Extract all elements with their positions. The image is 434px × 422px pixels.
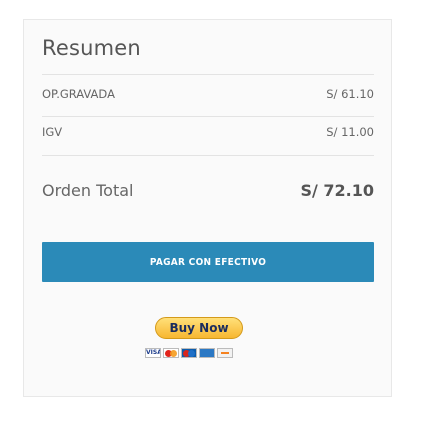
pay-cash-button[interactable]: PAGAR CON EFECTIVO [42, 242, 374, 282]
visa-card-icon: VISA [145, 348, 161, 358]
order-total-row: Orden Total S/ 72.10 [42, 177, 374, 203]
row-amount: S/ 11.00 [326, 125, 374, 139]
divider [42, 155, 374, 156]
summary-row-op-gravada: OP.GRAVADA S/ 61.10 [42, 84, 374, 104]
order-summary-panel: Resumen OP.GRAVADA S/ 61.10 IGV S/ 11.00… [23, 19, 392, 397]
amex-card-icon [199, 348, 215, 358]
total-label: Orden Total [42, 180, 134, 200]
discover-card-icon [217, 348, 233, 358]
row-label: IGV [42, 125, 63, 139]
row-label: OP.GRAVADA [42, 87, 115, 101]
mastercard-icon [163, 348, 179, 358]
divider [42, 74, 374, 75]
payment-cards: VISA [145, 348, 233, 359]
paypal-buy-now-button[interactable]: Buy Now [155, 317, 243, 339]
summary-title: Resumen [42, 36, 141, 60]
maestro-icon [181, 348, 197, 358]
summary-row-igv: IGV S/ 11.00 [42, 122, 374, 142]
row-amount: S/ 61.10 [326, 87, 374, 101]
total-amount: S/ 72.10 [300, 180, 374, 200]
divider [42, 116, 374, 117]
